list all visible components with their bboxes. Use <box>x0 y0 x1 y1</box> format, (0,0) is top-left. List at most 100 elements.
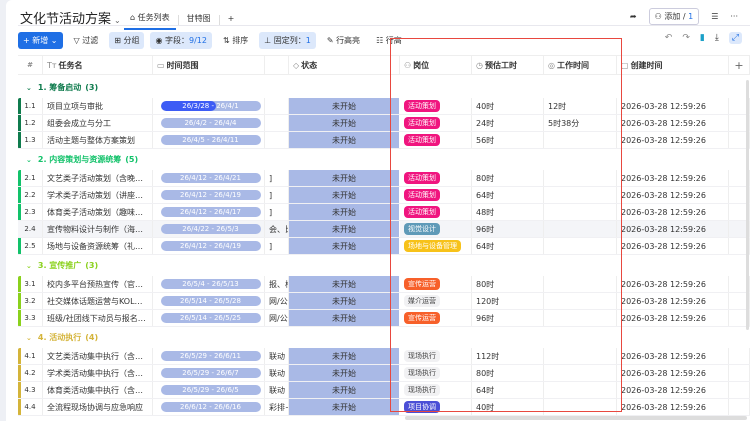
date-range-bar[interactable]: 26/6/12 - 26/6/16 <box>160 402 261 412</box>
table-row[interactable]: 4.1 文艺类活动集中执行（含… 26/5/29 - 26/6/11 联动 未开始 现场执… <box>18 348 750 365</box>
date-range-bar[interactable]: 26/5/14 - 26/5/25 <box>160 313 261 323</box>
fullscreen-icon[interactable]: ⤢ <box>728 32 742 44</box>
col-task[interactable]: Tт 任务名 <box>43 56 153 74</box>
extra-cell[interactable]: 联动 <box>265 348 289 364</box>
col-status[interactable]: ◇ 状态 <box>289 56 400 74</box>
extra-cell[interactable]: 网/公众 <box>265 293 289 309</box>
share-icon[interactable]: ➦ <box>630 12 637 21</box>
tab-gantt[interactable]: 甘特图 <box>181 11 217 29</box>
worktime-cell[interactable] <box>544 132 617 148</box>
download-icon[interactable]: ⤓ <box>715 33 719 43</box>
status-cell[interactable]: 未开始 <box>289 221 400 237</box>
date-range-bar[interactable]: 26/4/12 - 26/4/17 <box>160 207 261 217</box>
range-cell[interactable]: 26/4/12 - 26/4/21 <box>153 170 265 186</box>
table-row[interactable]: 1.1 项目立项与审批 26/3/28 - 26/4/1 未开始 活动策划 40时 12时 2… <box>18 98 750 115</box>
worktime-cell[interactable]: 5时38分 <box>544 115 617 131</box>
col-estimate[interactable]: ◷ 预估工时 <box>472 56 544 74</box>
task-cell[interactable]: 组委会成立与分工 <box>43 115 153 131</box>
worktime-cell[interactable] <box>544 382 617 398</box>
status-cell[interactable]: 未开始 <box>289 238 400 254</box>
estimate-cell[interactable]: 64时 <box>472 382 544 398</box>
created-cell[interactable]: 2026-03-28 12:59:26 <box>617 276 729 292</box>
worktime-cell[interactable] <box>544 399 617 415</box>
group-header[interactable]: ⌄ 1. 筹备启动 (3) <box>18 77 750 98</box>
worktime-cell[interactable] <box>544 221 617 237</box>
created-cell[interactable]: 2026-03-28 12:59:26 <box>617 170 729 186</box>
task-cell[interactable]: 学术类活动集中执行（含… <box>43 365 153 381</box>
task-cell[interactable]: 学术类子活动策划（讲座… <box>43 187 153 203</box>
status-cell[interactable]: 未开始 <box>289 132 400 148</box>
table-row[interactable]: 3.2社交媒体话题运营与KOL… 26/5/14 - 26/5/28 网/公众未开始… <box>18 293 750 310</box>
estimate-cell[interactable]: 80时 <box>472 276 544 292</box>
extra-cell[interactable]: ] <box>265 204 289 220</box>
add-member-button[interactable]: ⚇ 添加 / 1 <box>648 8 700 25</box>
date-range-bar[interactable]: 26/4/2 - 26/4/4 <box>160 118 261 128</box>
position-cell[interactable]: 活动策划 <box>400 132 472 148</box>
range-cell[interactable]: 26/4/2 - 26/4/4 <box>153 115 265 131</box>
range-cell[interactable]: 26/5/14 - 26/5/28 <box>153 293 265 309</box>
worktime-cell[interactable] <box>544 276 617 292</box>
status-cell[interactable]: 未开始 <box>289 204 400 220</box>
worktime-cell[interactable] <box>544 365 617 381</box>
created-cell[interactable]: 2026-03-28 12:59:26 <box>617 310 729 326</box>
task-cell[interactable]: 宣传物料设计与制作（海… <box>43 221 153 237</box>
position-cell[interactable]: 媒介运营 <box>400 293 472 309</box>
range-cell[interactable]: 26/5/29 - 26/6/5 <box>153 382 265 398</box>
created-cell[interactable]: 2026-03-28 12:59:26 <box>617 238 729 254</box>
sort-button[interactable]: ⇅ 排序 <box>218 32 253 49</box>
task-cell[interactable]: 活动主题与整体方案策划 <box>43 132 153 148</box>
table-row[interactable]: 3.1校内多平台预热宣传（官… 26/5/4 - 26/5/13 报、校未开始宣传运… <box>18 276 750 293</box>
extra-cell[interactable]: 联动 <box>265 365 289 381</box>
created-cell[interactable]: 2026-03-28 12:59:26 <box>617 132 729 148</box>
extra-cell[interactable]: ] <box>265 187 289 203</box>
table-row[interactable]: 4.2 学术类活动集中执行（含… 26/5/29 - 26/6/7 联动 未开始 现场执行… <box>18 365 750 382</box>
col-worktime[interactable]: ◎ 工作时间 <box>544 56 617 74</box>
range-cell[interactable]: 26/5/4 - 26/5/13 <box>153 276 265 292</box>
date-range-bar[interactable]: 26/4/5 - 26/4/11 <box>160 135 261 145</box>
worktime-cell[interactable] <box>544 238 617 254</box>
redo-icon[interactable]: ↷ <box>682 33 690 43</box>
task-cell[interactable]: 班级/社团线下动员与报名… <box>43 310 153 326</box>
worktime-cell[interactable]: 12时 <box>544 98 617 114</box>
worktime-cell[interactable] <box>544 170 617 186</box>
status-cell[interactable]: 未开始 <box>289 98 400 114</box>
range-cell[interactable]: 26/3/28 - 26/4/1 <box>153 98 265 114</box>
position-cell[interactable]: 现场执行 <box>400 365 472 381</box>
position-cell[interactable]: 场地与设备管理 <box>400 238 472 254</box>
pin-column-button[interactable]: ⊥ 固定列：1 <box>259 32 316 49</box>
task-cell[interactable]: 体育类活动集中执行（含… <box>43 382 153 398</box>
task-cell[interactable]: 场地与设备资源统筹（礼… <box>43 238 153 254</box>
table-row[interactable]: 3.3班级/社团线下动员与报名… 26/5/14 - 26/5/25 网/公众未开始… <box>18 310 750 327</box>
position-cell[interactable]: 视觉设计 <box>400 221 472 237</box>
date-range-bar[interactable]: 26/4/12 - 26/4/19 <box>160 190 261 200</box>
group-header[interactable]: ⌄ 3. 宣传推广 (3) <box>18 255 750 276</box>
range-cell[interactable]: 26/4/12 - 26/4/19 <box>153 187 265 203</box>
estimate-cell[interactable]: 56时 <box>472 132 544 148</box>
extra-cell[interactable]: ] <box>265 238 289 254</box>
created-cell[interactable]: 2026-03-28 12:59:26 <box>617 348 729 364</box>
range-cell[interactable]: 26/4/12 - 26/4/19 <box>153 238 265 254</box>
task-cell[interactable]: 社交媒体话题运营与KOL… <box>43 293 153 309</box>
range-cell[interactable]: 26/5/29 - 26/6/7 <box>153 365 265 381</box>
position-cell[interactable]: 宣传运营 <box>400 276 472 292</box>
chevron-down-icon[interactable]: ⌄ <box>114 16 121 25</box>
created-cell[interactable]: 2026-03-28 12:59:26 <box>617 98 729 114</box>
col-created[interactable]: ▢ 创建时间 <box>617 56 729 74</box>
estimate-cell[interactable]: 112时 <box>472 348 544 364</box>
status-cell[interactable]: 未开始 <box>289 170 400 186</box>
table-row[interactable]: 2.4宣传物料设计与制作（海… 26/4/22 - 26/5/3 会、比未开始视觉设… <box>18 221 750 238</box>
chart-icon[interactable]: ▮ <box>700 33 705 43</box>
created-cell[interactable]: 2026-03-28 12:59:26 <box>617 382 729 398</box>
date-range-bar[interactable]: 26/5/4 - 26/5/13 <box>160 279 261 289</box>
table-row[interactable]: 2.5 场地与设备资源统筹（礼… 26/4/12 - 26/4/19] 未开始 场地与设… <box>18 238 750 255</box>
chevron-down-icon[interactable]: ⌄ <box>26 334 32 342</box>
created-cell[interactable]: 2026-03-28 12:59:26 <box>617 115 729 131</box>
settings-list-icon[interactable]: ☰ <box>711 12 718 21</box>
created-cell[interactable]: 2026-03-28 12:59:26 <box>617 187 729 203</box>
task-cell[interactable]: 文艺类子活动策划（含晚… <box>43 170 153 186</box>
chevron-down-icon[interactable]: ⌄ <box>26 156 32 164</box>
estimate-cell[interactable]: 80时 <box>472 170 544 186</box>
position-cell[interactable]: 活动策划 <box>400 115 472 131</box>
col-position[interactable]: ⚇ 岗位 <box>400 56 472 74</box>
range-cell[interactable]: 26/5/14 - 26/5/25 <box>153 310 265 326</box>
